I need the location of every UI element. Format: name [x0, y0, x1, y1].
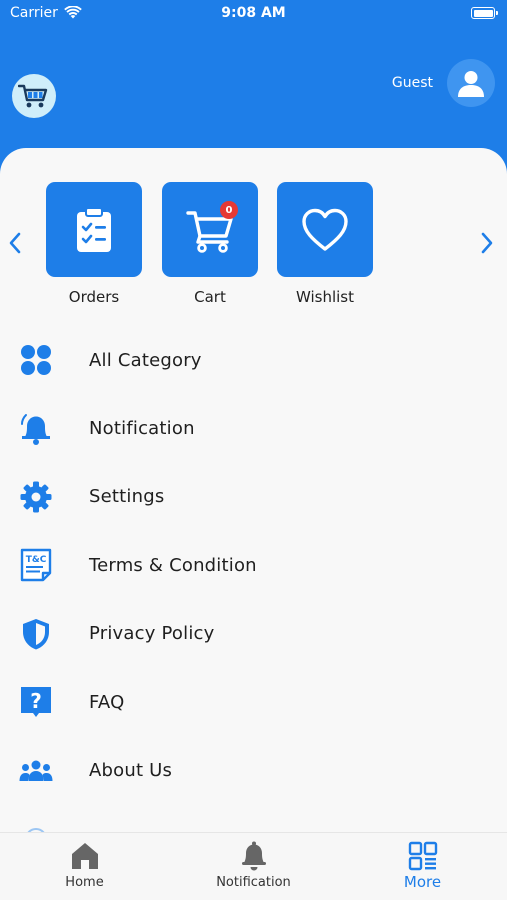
tab-more[interactable]: More [338, 833, 507, 900]
terms-document-icon: T&C [18, 547, 54, 583]
quick-action-label: Cart [194, 288, 226, 306]
cart-tile[interactable]: 0 [162, 182, 258, 277]
quick-action-label: Wishlist [295, 288, 355, 306]
category-grid-icon [18, 342, 54, 378]
cart-count-badge: 0 [220, 201, 238, 219]
tab-bar: Home Notification More [0, 832, 507, 900]
user-icon [458, 71, 484, 97]
menu-item-partial[interactable] [0, 805, 507, 832]
menu-item-terms[interactable]: T&C Terms & Condition [0, 531, 507, 599]
menu-item-label: FAQ [89, 691, 125, 713]
menu-item-all-category[interactable]: All Category [0, 326, 507, 394]
status-bar: Carrier 9:08 AM [0, 0, 507, 30]
cart-logo-icon [18, 84, 48, 108]
bell-icon [18, 411, 54, 447]
status-time: 9:08 AM [221, 5, 286, 21]
tab-home[interactable]: Home [0, 833, 169, 900]
menu-item-about[interactable]: About Us [0, 736, 507, 804]
menu-list: All Category Notification Settings T&C T… [0, 326, 507, 832]
app-logo[interactable] [12, 74, 56, 118]
gear-icon [18, 479, 54, 515]
content-sheet: Orders 0 Cart Wishlist All Category Noti… [0, 148, 507, 832]
menu-item-label: Notification [89, 418, 195, 440]
faq-icon-text: ? [30, 689, 42, 713]
terms-icon-text: T&C [26, 555, 47, 565]
heart-icon [302, 208, 348, 251]
clipboard-check-icon [77, 206, 111, 252]
orders-tile[interactable] [46, 182, 142, 277]
battery-icon [471, 7, 498, 19]
menu-item-label: Settings [89, 486, 165, 508]
menu-item-privacy[interactable]: Privacy Policy [0, 600, 507, 668]
quick-action-label: Orders [68, 288, 120, 306]
tab-label: More [403, 873, 442, 891]
bell-icon [241, 841, 266, 871]
carousel-prev-button[interactable] [3, 228, 27, 258]
tab-label: Notification [216, 875, 291, 890]
menu-item-label: About Us [89, 760, 173, 782]
team-icon [18, 753, 54, 789]
chevron-left-icon [9, 232, 21, 254]
qr-grid-icon [408, 841, 437, 871]
menu-item-label: All Category [89, 349, 202, 371]
home-icon [71, 843, 98, 869]
shield-icon [18, 616, 54, 652]
tab-notification[interactable]: Notification [169, 833, 338, 900]
quick-action-wishlist[interactable]: Wishlist [277, 182, 373, 306]
tab-label: Home [65, 875, 104, 890]
menu-item-label: Terms & Condition [89, 554, 257, 576]
avatar[interactable] [447, 59, 495, 107]
question-icon: ? [18, 684, 54, 720]
chevron-right-icon [481, 232, 493, 254]
guest-label[interactable]: Guest [392, 75, 433, 91]
carousel-next-button[interactable] [475, 228, 499, 258]
partial-menu-icon [18, 821, 54, 832]
menu-item-notification[interactable]: Notification [0, 394, 507, 462]
wishlist-tile[interactable] [277, 182, 373, 277]
menu-item-label: Privacy Policy [89, 623, 215, 645]
menu-item-faq[interactable]: ? FAQ [0, 668, 507, 736]
quick-action-orders[interactable]: Orders [46, 182, 142, 306]
quick-action-cart[interactable]: 0 Cart [162, 182, 258, 306]
menu-item-settings[interactable]: Settings [0, 463, 507, 531]
